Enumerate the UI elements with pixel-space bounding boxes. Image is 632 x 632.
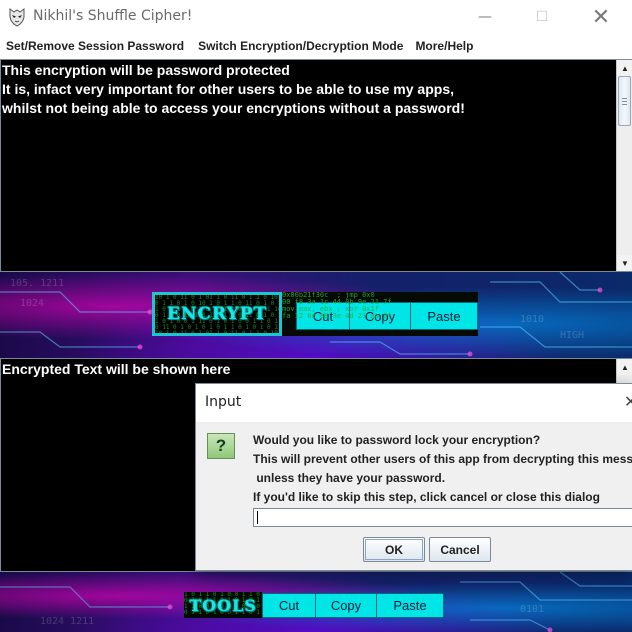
dialog-title: Input — [205, 394, 242, 410]
tools-logo: 1 0 1 1 0 1 0 0 1 1 0 1 0 1 1 0 1 0 1 1 … — [184, 592, 262, 618]
code-strip-decoration: 0x00b21f30c ; jmp 0x0 00 f8 3a 1c 44 0b … — [282, 292, 478, 336]
maximize-button[interactable]: ☐ — [519, 0, 565, 34]
tools-banner: 1024 1211 0101 1 0 1 1 0 1 0 0 1 1 0 1 0 … — [0, 572, 632, 632]
menu-switch-mode[interactable]: Switch Encryption/Decryption Mode — [192, 39, 409, 53]
input-text-area[interactable]: This encryption will be password protect… — [0, 59, 632, 272]
minimize-icon: — — [478, 9, 492, 25]
dialog-titlebar: Input ✕ — [196, 384, 632, 422]
dialog-message: If you'd like to skip this step, click c… — [253, 490, 600, 504]
matrix-code-icon: 0x00b21f30c ; jmp 0x0 00 f8 3a 1c 44 0b … — [282, 292, 392, 320]
window-title: Nikhil's Shuffle Cipher! — [33, 8, 193, 24]
encrypt-logo-text: ENCRYPT — [166, 304, 268, 324]
ok-button[interactable]: OK — [363, 537, 425, 562]
maximize-icon: ☐ — [535, 9, 549, 25]
dialog-message: This will prevent other users of this ap… — [253, 452, 632, 466]
dialog-message: Would you like to password lock your enc… — [253, 433, 541, 447]
tools-cut-button[interactable]: Cut — [262, 593, 316, 618]
svg-text:1024 1211: 1024 1211 — [40, 616, 94, 627]
close-button[interactable]: ✕ — [578, 0, 624, 34]
window-titlebar: Nikhil's Shuffle Cipher! — ☐ ✕ — [0, 0, 632, 34]
encrypt-logo: 10 1 0 11 0 1 01 1 0 11 0 1 1 0 10 1 0 0… — [152, 292, 282, 336]
svg-text:0101: 0101 — [520, 604, 544, 615]
menu-set-remove-password[interactable]: Set/Remove Session Password — [0, 39, 190, 53]
question-icon: ? — [207, 433, 235, 459]
close-icon[interactable]: ✕ — [624, 392, 632, 411]
scroll-up-icon[interactable]: ▲ — [617, 359, 632, 375]
dialog-message: unless they have your password. — [253, 471, 446, 485]
scroll-thumb[interactable] — [618, 76, 631, 126]
menu-more-help[interactable]: More/Help — [409, 39, 479, 53]
scroll-up-icon[interactable]: ▲ — [617, 60, 632, 76]
input-line: It is, infact very important for other u… — [2, 81, 454, 97]
svg-text:105. 1211: 105. 1211 — [10, 278, 64, 289]
cancel-button[interactable]: Cancel — [429, 537, 491, 562]
scroll-down-icon[interactable]: ▼ — [617, 255, 632, 271]
input-scrollbar[interactable]: ▲ ▼ — [616, 60, 632, 271]
svg-text:1010: 1010 — [520, 314, 544, 325]
text-caret — [257, 511, 258, 524]
mask-icon — [9, 8, 25, 27]
close-icon: ✕ — [591, 4, 611, 30]
tools-paste-button[interactable]: Paste — [376, 593, 444, 618]
question-glyph: ? — [215, 436, 227, 455]
menu-bar: Set/Remove Session Password Switch Encry… — [0, 34, 632, 58]
tools-copy-button[interactable]: Copy — [315, 593, 377, 618]
svg-text:1024: 1024 — [20, 298, 44, 309]
tools-logo-text: TOOLS — [189, 595, 257, 615]
svg-text:HIGH: HIGH — [560, 330, 584, 341]
input-line: whilst not being able to access your enc… — [2, 100, 465, 116]
password-input[interactable] — [253, 508, 632, 527]
input-line: This encryption will be password protect… — [2, 62, 290, 78]
output-line: Encrypted Text will be shown here — [2, 361, 231, 377]
encrypt-banner: 105. 1211 1024 1010 HIGH 10 1 0 11 0 1 01 … — [0, 272, 632, 358]
minimize-button[interactable]: — — [462, 0, 508, 34]
password-input-dialog: Input ✕ ? Would you like to password loc… — [195, 383, 632, 571]
